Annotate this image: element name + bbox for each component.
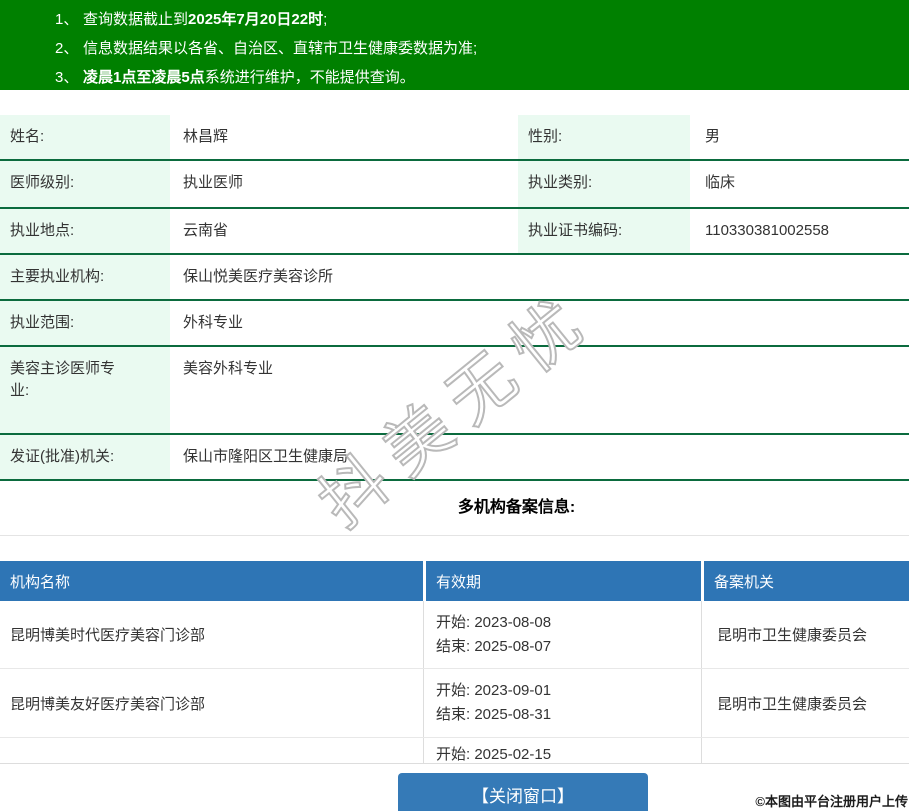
- info-label: 美容主诊医师专业:: [0, 347, 170, 433]
- doctor-info-row: 发证(批准)机关:保山市隆阳区卫生健康局: [0, 435, 909, 481]
- notice-text-segment: 凌晨1点至凌晨5点: [83, 69, 205, 86]
- filing-row: 开始: 2025-02-15: [0, 738, 909, 764]
- doctor-info-table: 姓名:林昌辉性别:男医师级别:执业医师执业类别:临床执业地点:云南省执业证书编码…: [0, 115, 909, 481]
- doctor-info-row: 姓名:林昌辉性别:男: [0, 115, 909, 161]
- info-label: 医师级别:: [0, 161, 170, 207]
- info-label: 执业范围:: [0, 301, 170, 345]
- notice-line: 2、信息数据结果以各省、自治区、直辖市卫生健康委数据为准;: [0, 34, 909, 63]
- filing-row: 昆明博美时代医疗美容门诊部开始: 2023-08-08结束: 2025-08-0…: [0, 601, 909, 669]
- institution-name-cell: 昆明博美时代医疗美容门诊部: [0, 601, 423, 668]
- license-query-page: 1、查询数据截止到2025年7月20日22时;2、信息数据结果以各省、自治区、直…: [0, 0, 909, 811]
- doctor-info-row: 美容主诊医师专业:美容外科专业: [0, 347, 909, 435]
- info-label: 执业类别:: [518, 161, 690, 207]
- info-value: 男: [690, 115, 909, 159]
- notice-text-segment: 查询数据截止到: [83, 11, 188, 28]
- validity-period-cell: 开始: 2023-09-01结束: 2025-08-31: [423, 669, 701, 737]
- filing-table: 机构名称有效期备案机关 昆明博美时代医疗美容门诊部开始: 2023-08-08结…: [0, 561, 909, 764]
- info-value: 美容外科专业: [170, 347, 909, 433]
- doctor-info-row: 执业地点:云南省执业证书编码:110330381002558: [0, 209, 909, 255]
- doctor-info-row: 主要执业机构:保山悦美医疗美容诊所: [0, 255, 909, 301]
- institution-name-cell: 昆明博美友好医疗美容门诊部: [0, 669, 423, 737]
- notice-line-number: 3、: [55, 63, 83, 92]
- notice-text-segment: ;: [323, 11, 327, 28]
- info-value: 林昌辉: [170, 115, 518, 159]
- doctor-info-row: 执业范围:外科专业: [0, 301, 909, 347]
- copyright-watermark: ©本图由平台注册用户上传: [755, 791, 908, 810]
- filing-row: 昆明博美友好医疗美容门诊部开始: 2023-09-01结束: 2025-08-3…: [0, 669, 909, 738]
- info-label: 发证(批准)机关:: [0, 435, 170, 479]
- notice-text-segment: 信息数据结果以各省、自治区、直辖市卫生健康委数据为准;: [83, 40, 477, 57]
- column-header: 有效期: [423, 561, 701, 601]
- filing-table-body: 昆明博美时代医疗美容门诊部开始: 2023-08-08结束: 2025-08-0…: [0, 601, 909, 764]
- filing-authority-cell: 昆明市卫生健康委员会: [701, 601, 909, 668]
- info-value: 保山市隆阳区卫生健康局: [170, 435, 909, 479]
- validity-period-cell: 开始: 2023-08-08结束: 2025-08-07: [423, 601, 701, 668]
- notice-text-segment: 系统进行维护，不能提供查询。: [205, 69, 415, 86]
- info-label: 执业证书编码:: [518, 209, 690, 253]
- notice-line-number: 2、: [55, 34, 83, 63]
- column-header: 机构名称: [0, 561, 423, 601]
- info-value: 110330381002558: [690, 209, 909, 253]
- info-value: 保山悦美医疗美容诊所: [170, 255, 909, 299]
- info-label: 姓名:: [0, 115, 170, 159]
- validity-end: 结束: 2025-08-31: [436, 703, 701, 727]
- notice-text-segment: 2025年7月20日22时: [188, 11, 323, 28]
- validity-period-cell: 开始: 2025-02-15: [423, 738, 701, 764]
- info-value: 执业医师: [170, 161, 518, 207]
- column-header: 备案机关: [701, 561, 909, 601]
- info-value: 云南省: [170, 209, 518, 253]
- panel-divider: [0, 535, 909, 536]
- notice-line-number: 1、: [55, 5, 83, 34]
- validity-end: 结束: 2025-08-07: [436, 635, 701, 659]
- validity-start: 开始: 2023-09-01: [436, 679, 701, 703]
- notice-line: 1、查询数据截止到2025年7月20日22时;: [0, 5, 909, 34]
- filing-authority-cell: 昆明市卫生健康委员会: [701, 669, 909, 737]
- institution-name-cell: [0, 738, 423, 764]
- notice-line: 3、凌晨1点至凌晨5点系统进行维护，不能提供查询。: [0, 63, 909, 92]
- filing-authority-cell: [701, 738, 909, 764]
- info-label: 性别:: [518, 115, 690, 159]
- info-label: 主要执业机构:: [0, 255, 170, 299]
- close-window-button[interactable]: 【关闭窗口】: [398, 773, 648, 811]
- filing-table-header: 机构名称有效期备案机关: [0, 561, 909, 601]
- section-title-filings: 多机构备案信息:: [62, 498, 909, 518]
- validity-start: 开始: 2023-08-08: [436, 611, 701, 635]
- info-value: 外科专业: [170, 301, 909, 345]
- notice-banner: 1、查询数据截止到2025年7月20日22时;2、信息数据结果以各省、自治区、直…: [0, 0, 909, 90]
- validity-start: 开始: 2025-02-15: [436, 743, 701, 764]
- info-label: 执业地点:: [0, 209, 170, 253]
- doctor-info-row: 医师级别:执业医师执业类别:临床: [0, 161, 909, 209]
- info-value: 临床: [690, 161, 909, 207]
